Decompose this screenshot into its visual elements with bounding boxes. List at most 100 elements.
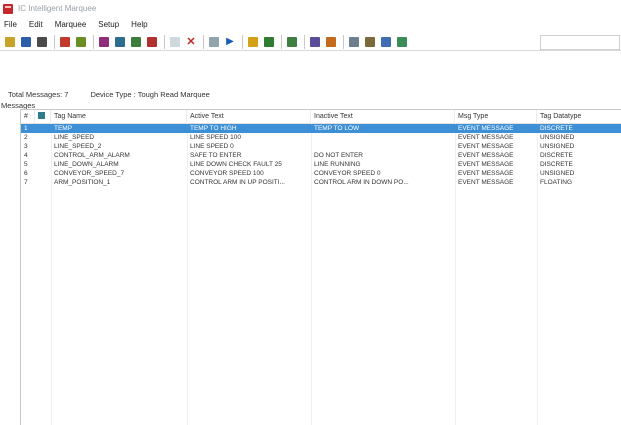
toolbar-button-open[interactable]	[3, 35, 17, 49]
toolbar-button-message[interactable]	[97, 35, 111, 49]
toolbar-button-connect[interactable]	[379, 35, 393, 49]
toolbar-field[interactable]	[540, 35, 620, 50]
print-icon	[37, 36, 47, 47]
row-number: 1	[24, 125, 28, 132]
messages-table: # Tag Name Active Text Inactive Text Msg…	[20, 109, 621, 425]
toolbar-separator	[54, 34, 55, 49]
toolbar-separator	[164, 34, 165, 49]
menu-setup[interactable]: Setup	[98, 20, 119, 29]
msg-type-cell: EVENT MESSAGE	[458, 143, 514, 150]
chart-icon	[326, 36, 336, 47]
toolbar-button-grid[interactable]	[363, 35, 377, 49]
row-number: 3	[24, 143, 28, 150]
menu-edit[interactable]: Edit	[29, 20, 43, 29]
clock-icon	[248, 36, 258, 47]
find-icon	[209, 36, 219, 47]
save-icon	[21, 36, 31, 47]
toolbar-button-list[interactable]	[347, 35, 361, 49]
toolbar: ✕ ▶	[0, 33, 621, 51]
column-header-num[interactable]: #	[21, 110, 35, 123]
tag-name-cell: LINE_SPEED	[54, 134, 95, 141]
inactive-text-cell: CONVEYOR SPEED 0	[314, 170, 381, 177]
toolbar-separator	[203, 34, 204, 49]
menu-bar: File Edit Marquee Setup Help	[0, 17, 621, 31]
column-header-active-text[interactable]: Active Text	[187, 110, 311, 123]
toolbar-button-tag[interactable]	[58, 35, 72, 49]
row-number: 7	[24, 179, 28, 186]
toolbar-button-delete[interactable]: ✕	[184, 35, 198, 49]
msg-type-cell: EVENT MESSAGE	[458, 161, 514, 168]
toolbar-button-upload[interactable]	[308, 35, 322, 49]
table-row[interactable]: 1 TEMP TEMP TO HIGH TEMP TO LOW EVENT MESSAG…	[21, 124, 621, 133]
toolbar-button-marquee[interactable]	[145, 35, 159, 49]
menu-help[interactable]: Help	[131, 20, 147, 29]
inactive-text-cell: TEMP TO LOW	[314, 125, 360, 132]
active-text-cell: CONVEYOR SPEED 100	[190, 170, 264, 177]
toolbar-separator	[242, 34, 243, 49]
column-header-tag-name[interactable]: Tag Name	[51, 110, 187, 123]
toolbar-button-send[interactable]	[129, 35, 143, 49]
toolbar-separator	[281, 34, 282, 49]
inactive-text-cell: LINE RUNNING	[314, 161, 361, 168]
tag-datatype-cell: DISCRETE	[540, 125, 573, 132]
inactive-text-cell	[311, 133, 455, 142]
toolbar-button-help[interactable]	[395, 35, 409, 49]
toolbar-button-cut[interactable]	[168, 35, 182, 49]
tag-datatype-cell: UNSIGNED	[540, 143, 575, 150]
tag-name-cell: TEMP	[54, 125, 73, 132]
active-text-cell: SAFE TO ENTER	[190, 152, 242, 159]
toolbar-button-chart[interactable]	[324, 35, 338, 49]
toolbar-button-pointer[interactable]: ▶	[223, 35, 237, 49]
upload-icon	[310, 36, 320, 47]
toolbar-separator	[304, 34, 305, 49]
table-row[interactable]: 5 LINE_DOWN_ALARM LINE DOWN CHECK FAULT 25…	[21, 160, 621, 169]
tag-name-cell: LINE_DOWN_ALARM	[54, 161, 119, 168]
inactive-text-cell	[311, 142, 455, 151]
toolbar-button-display[interactable]	[113, 35, 127, 49]
window-title: IC Intelligent Marquee	[18, 4, 97, 13]
display-icon	[115, 36, 125, 47]
app-window: IC Intelligent Marquee File Edit Marquee…	[0, 0, 621, 425]
column-header-inactive-text[interactable]: Inactive Text	[311, 110, 455, 123]
toolbar-button-download[interactable]	[285, 35, 299, 49]
cut-icon	[170, 36, 180, 47]
toolbar-button-print[interactable]	[35, 35, 49, 49]
column-header-tag-datatype[interactable]: Tag Datatype	[537, 110, 621, 123]
column-header-msg-type[interactable]: Msg Type	[455, 110, 537, 123]
table-row[interactable]: 6 CONVEYOR_SPEED_7 CONVEYOR SPEED 100 CONVE…	[21, 169, 621, 178]
app-logo-icon	[3, 3, 13, 14]
toolbar-button-clock[interactable]	[246, 35, 260, 49]
tag-datatype-cell: DISCRETE	[540, 152, 573, 159]
table-row[interactable]: 3 LINE_SPEED_2 LINE SPEED 0 EVENT MESSAGE UN…	[21, 142, 621, 151]
toolbar-button-edit[interactable]	[74, 35, 88, 49]
list-icon	[349, 36, 359, 47]
toolbar-button-find[interactable]	[207, 35, 221, 49]
row-number: 2	[24, 134, 28, 141]
table-row[interactable]: 2 LINE_SPEED LINE SPEED 100 EVENT MESSAGE UN…	[21, 133, 621, 142]
tag-datatype-cell: UNSIGNED	[540, 170, 575, 177]
title-bar: IC Intelligent Marquee	[0, 0, 621, 17]
total-messages: Total Messages: 7	[8, 90, 69, 99]
settings-icon	[264, 36, 274, 47]
column-header-icon[interactable]	[35, 110, 51, 123]
table-row[interactable]: 7 ARM_POSITION_1 CONTROL ARM IN UP POSITI.…	[21, 178, 621, 187]
menu-marquee[interactable]: Marquee	[55, 20, 87, 29]
msg-type-cell: EVENT MESSAGE	[458, 179, 514, 186]
table-row[interactable]: 4 CONTROL_ARM_ALARM SAFE TO ENTER DO NOT EN…	[21, 151, 621, 160]
send-icon	[131, 36, 141, 47]
menu-file[interactable]: File	[4, 20, 17, 29]
toolbar-button-save[interactable]	[19, 35, 33, 49]
msg-type-cell: EVENT MESSAGE	[458, 134, 514, 141]
active-text-cell: CONTROL ARM IN UP POSITI...	[190, 179, 285, 186]
toolbar-button-settings[interactable]	[262, 35, 276, 49]
marquee-icon	[147, 36, 157, 47]
table-icon	[38, 111, 45, 119]
msg-type-cell: EVENT MESSAGE	[458, 170, 514, 177]
help-icon	[397, 36, 407, 47]
row-number: 6	[24, 170, 28, 177]
inactive-text-cell: DO NOT ENTER	[314, 152, 363, 159]
open-icon	[5, 36, 15, 47]
tag-datatype-cell: UNSIGNED	[540, 134, 575, 141]
active-text-cell: TEMP TO HIGH	[190, 125, 237, 132]
tag-name-cell: LINE_SPEED_2	[54, 143, 102, 150]
